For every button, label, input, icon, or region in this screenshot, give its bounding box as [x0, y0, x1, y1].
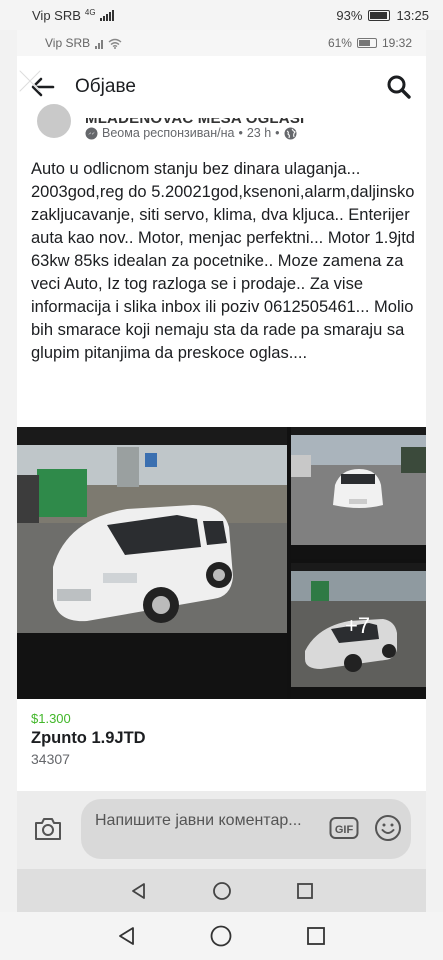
camera-icon[interactable]	[33, 816, 63, 842]
recents-icon[interactable]	[301, 921, 331, 951]
inner-recents-icon[interactable]	[290, 876, 320, 906]
inner-nav-bar	[17, 869, 426, 912]
outer-status-bar: Vip SRB 4G 93% 13:25	[0, 0, 443, 30]
app-header: Објаве	[17, 56, 426, 118]
gif-icon[interactable]: GIF	[329, 815, 359, 841]
marketplace-listing[interactable]: $1.300 Zpunto 1.9JTD 34307	[17, 699, 426, 791]
battery-icon	[368, 9, 391, 21]
wifi-icon	[108, 38, 122, 49]
inner-clock: 19:32	[381, 36, 412, 50]
network-type: 4G	[84, 7, 96, 17]
signal-icon	[99, 9, 114, 21]
car-photo-2[interactable]	[291, 427, 426, 559]
avatar[interactable]	[35, 102, 73, 140]
post-text: Auto u odlicnom stanju bez dinara ulagan…	[31, 160, 415, 362]
emoji-icon[interactable]	[373, 813, 403, 843]
outer-clock: 13:25	[396, 7, 429, 23]
close-icon[interactable]	[17, 68, 43, 94]
listing-subtitle: 34307	[31, 751, 70, 767]
comment-composer: Напишите јавни коментар... GIF	[17, 791, 426, 869]
photo-gallery: +7	[17, 427, 426, 699]
post-header: MLADENOVAC MESA OGLASI Веома респонзиван…	[17, 102, 426, 148]
post-time: 23 h	[246, 126, 272, 140]
inner-status-bar: Vip SRB 61% 19:32	[17, 30, 426, 56]
outer-battery-percent: 93%	[336, 7, 363, 23]
inner-battery-percent: 61%	[327, 36, 352, 50]
comment-input[interactable]: Напишите јавни коментар...	[81, 799, 411, 859]
inner-home-icon[interactable]	[207, 876, 237, 906]
page-title: Објаве	[75, 76, 136, 97]
listing-title: Zpunto 1.9JTD	[31, 729, 146, 747]
gif-label: GIF	[335, 824, 354, 836]
back-icon[interactable]	[112, 921, 142, 951]
more-photos-count[interactable]: +7	[345, 613, 370, 639]
embedded-screenshot: Vip SRB 61% 19:32 Објаве MLADENOVAC MESA…	[17, 30, 426, 912]
inner-signal-icon	[95, 38, 104, 49]
globe-icon	[284, 127, 297, 139]
inner-battery-icon	[356, 38, 377, 48]
listing-price: $1.300	[31, 711, 71, 726]
search-icon[interactable]	[386, 74, 412, 100]
home-icon[interactable]	[206, 921, 236, 951]
car-photo-main[interactable]	[17, 427, 287, 699]
outer-carrier: Vip SRB	[32, 7, 81, 23]
responsiveness-label: Веома респонзиван/на	[102, 126, 235, 140]
messenger-icon	[85, 127, 98, 139]
inner-back-icon[interactable]	[124, 876, 154, 906]
inner-carrier: Vip SRB	[45, 36, 91, 50]
outer-nav-bar	[0, 912, 443, 960]
car-photo-3[interactable]: +7	[291, 563, 426, 699]
post-meta: Веома респонзиван/на • 23 h •	[85, 126, 297, 140]
